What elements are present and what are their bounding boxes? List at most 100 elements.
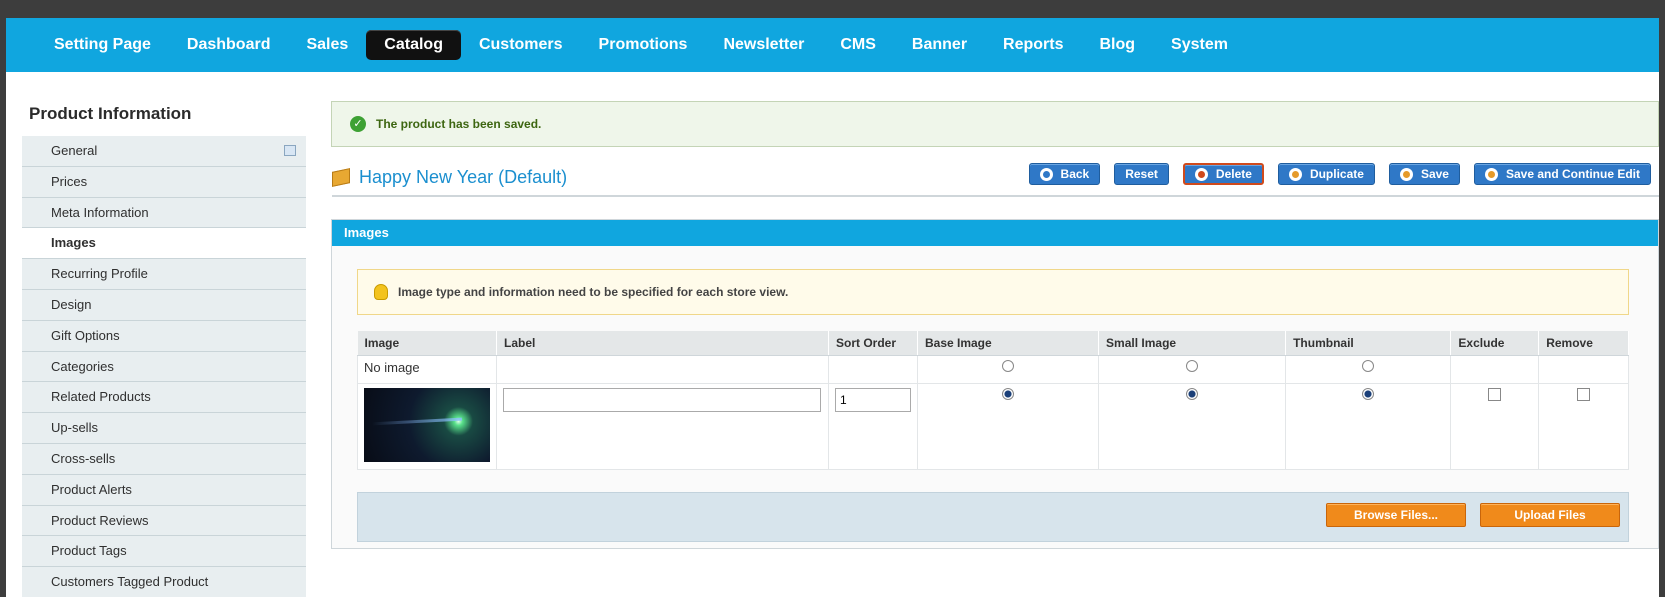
col-header-remove: Remove [1538,331,1629,356]
exclude-checkbox[interactable] [1488,387,1502,401]
sidebar-item-label: Categories [51,358,114,374]
remove-cell [1538,382,1629,470]
col-header-base-image: Base Image [917,331,1100,356]
browse-files-button[interactable]: Browse Files... [1326,503,1466,527]
table-header-row: Image Label Sort Order Base Image Small … [357,331,1629,356]
upload-files-button[interactable]: Upload Files [1480,503,1620,527]
save-check-icon [1399,167,1413,181]
page-title: Happy New Year (Default) [332,165,567,189]
small-image-none-radio[interactable] [1186,359,1199,372]
base-image-radio[interactable] [1002,387,1015,400]
sidebar-item-meta-information[interactable]: Meta Information [22,197,306,229]
product-title-text: Happy New Year (Default) [359,166,568,187]
sidebar-title: Product Information [29,104,192,123]
empty-cell [1450,354,1540,384]
sidebar-item-categories[interactable]: Categories [22,351,306,383]
remove-checkbox[interactable] [1577,387,1591,401]
sidebar-item-product-alerts[interactable]: Product Alerts [22,474,306,506]
nav-newsletter[interactable]: Newsletter [705,30,822,60]
nav-promotions[interactable]: Promotions [581,30,706,60]
admin-window: Setting Page Dashboard Sales Catalog Cus… [6,18,1659,597]
product-box-icon [332,167,350,187]
sidebar-item-product-reviews[interactable]: Product Reviews [22,505,306,537]
duplicate-button[interactable]: Duplicate [1277,163,1375,185]
upload-bar: Browse Files... Upload Files [357,492,1629,542]
thumbnail-none-radio[interactable] [1362,359,1375,372]
store-view-notice: Image type and information need to be sp… [357,269,1629,315]
product-toolbar: Back Reset Delete Duplicate Save Save an… [1028,163,1651,185]
success-message: ✓ The product has been saved. [331,101,1659,147]
sidebar-item-label: Cross-sells [51,450,116,466]
sidebar-item-label: Up-sells [51,420,98,436]
save-continue-check-icon [1484,167,1498,181]
save-continue-button-label: Save and Continue Edit [1505,167,1640,181]
sidebar-item-prices[interactable]: Prices [22,166,306,198]
success-message-text: The product has been saved. [376,117,542,131]
nav-system[interactable]: System [1153,30,1246,60]
comet-image-thumbnail [364,387,490,462]
sort-order-cell [827,382,918,470]
small-image-cell [1098,354,1287,384]
nav-customers[interactable]: Customers [461,30,581,60]
nav-blog[interactable]: Blog [1082,30,1154,60]
lightbulb-icon [374,284,388,300]
images-table: Image Label Sort Order Base Image Small … [357,331,1629,470]
sidebar-item-label: Recurring Profile [51,266,148,282]
sidebar-item-images[interactable]: Images [22,228,306,260]
sidebar-item-label: Customers Tagged Product [51,574,209,590]
sidebar-item-gift-options[interactable]: Gift Options [22,320,306,352]
sidebar-item-label: Prices [51,173,88,189]
col-header-exclude: Exclude [1450,331,1540,356]
image-label-input[interactable] [503,387,821,412]
reset-button[interactable]: Reset [1114,163,1169,185]
small-image-cell [1098,382,1287,470]
nav-reports[interactable]: Reports [985,30,1081,60]
save-and-continue-button[interactable]: Save and Continue Edit [1473,163,1651,185]
nav-dashboard[interactable]: Dashboard [169,30,289,60]
images-panel: Images Image type and information need t… [331,219,1659,549]
delete-button[interactable]: Delete [1182,163,1264,185]
nav-catalog[interactable]: Catalog [366,30,461,60]
sidebar-item-general[interactable]: General [22,136,306,167]
nav-banner[interactable]: Banner [894,30,985,60]
back-button[interactable]: Back [1028,163,1101,185]
duplicate-icon [1288,167,1302,181]
duplicate-button-label: Duplicate [1309,167,1364,181]
base-image-none-radio[interactable] [1002,359,1015,372]
image-cell [357,382,497,470]
nav-cms[interactable]: CMS [822,30,894,60]
title-divider [332,195,1659,197]
table-row-no-image: No image [357,354,1629,384]
base-image-cell [916,382,1100,470]
thumbnail-radio[interactable] [1362,387,1375,400]
sidebar-item-label: Product Reviews [51,512,149,528]
save-button[interactable]: Save [1388,163,1460,185]
reset-button-label: Reset [1125,167,1158,181]
base-image-cell [916,354,1100,384]
sidebar-item-related-products[interactable]: Related Products [22,382,306,414]
sidebar-item-label: Gift Options [51,327,120,343]
sidebar-item-design[interactable]: Design [22,289,306,321]
product-sidebar: Product Information General Prices Meta … [22,100,306,597]
label-cell [496,382,829,470]
col-header-image: Image [357,331,497,356]
col-header-thumbnail: Thumbnail [1285,331,1452,356]
back-arrow-icon [1039,167,1053,181]
sidebar-item-customers-tagged-product[interactable]: Customers Tagged Product [22,567,306,597]
nav-setting-page[interactable]: Setting Page [36,30,169,60]
sidebar-item-label: Images [51,235,96,251]
small-image-radio[interactable] [1186,387,1199,400]
nav-sales[interactable]: Sales [288,30,366,60]
sort-order-input[interactable] [834,387,911,412]
sidebar-item-product-tags[interactable]: Product Tags [22,536,306,568]
sidebar-item-label: Design [51,296,92,312]
sidebar-item-recurring-profile[interactable]: Recurring Profile [22,259,306,290]
delete-icon [1194,167,1208,181]
col-header-label: Label [496,331,829,356]
back-button-label: Back [1060,167,1090,181]
sidebar-item-cross-sells[interactable]: Cross-sells [22,443,306,475]
empty-cell [496,354,829,384]
sidebar-item-label: Meta Information [51,204,149,220]
sidebar-item-up-sells[interactable]: Up-sells [22,413,306,444]
thumbnail-cell [1285,382,1452,470]
